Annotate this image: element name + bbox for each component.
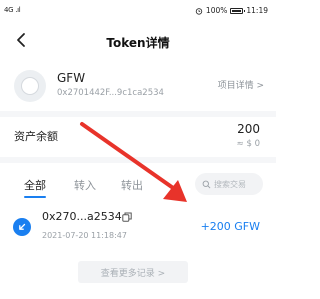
status-bar-right: 100% 11:19 — [195, 6, 268, 15]
view-more-button[interactable]: 查看更多记录 > — [78, 261, 188, 283]
project-details-link[interactable]: 项目详情 > — [218, 78, 264, 91]
copy-icon[interactable] — [122, 212, 132, 222]
tab-all[interactable]: 全部 — [24, 177, 46, 193]
battery-icon — [230, 7, 246, 14]
balance-label: 资产余额 — [14, 130, 58, 143]
view-more-label: 查看更多记录 > — [100, 268, 166, 279]
token-name: GFW — [57, 71, 86, 85]
tab-incoming[interactable]: 转入 — [74, 177, 96, 193]
transaction-amount: +200 GFW — [200, 220, 260, 233]
project-details-label: 项目详情 > — [217, 81, 264, 91]
token-address: 0x2701442F...9c1ca2534 — [57, 88, 164, 98]
page-title: Token详情 — [106, 36, 170, 50]
search-icon — [202, 180, 211, 188]
signal-indicator: 4G .ıl — [4, 6, 21, 14]
incoming-transfer-icon — [13, 218, 31, 236]
tab-outgoing[interactable]: 转出 — [121, 177, 143, 193]
battery-percent: 100% — [205, 6, 228, 15]
active-tab-indicator — [24, 196, 46, 198]
status-time: 11:19 — [246, 6, 268, 15]
token-logo — [14, 70, 46, 102]
search-input[interactable]: 搜索交易 — [195, 173, 263, 195]
status-bar: 4G .ıl 100% 11:19 — [0, 0, 276, 22]
balance-amount: 200 — [237, 122, 260, 136]
section-divider — [0, 157, 276, 163]
transaction-hash: 0x270...a2534 — [42, 210, 122, 223]
section-divider — [0, 111, 276, 117]
alarm-icon — [195, 7, 203, 15]
balance-fiat: ≈ $ 0 — [236, 139, 260, 149]
search-placeholder: 搜索交易 — [214, 179, 246, 189]
transaction-time: 2021-07-20 11:18:47 — [42, 231, 127, 240]
